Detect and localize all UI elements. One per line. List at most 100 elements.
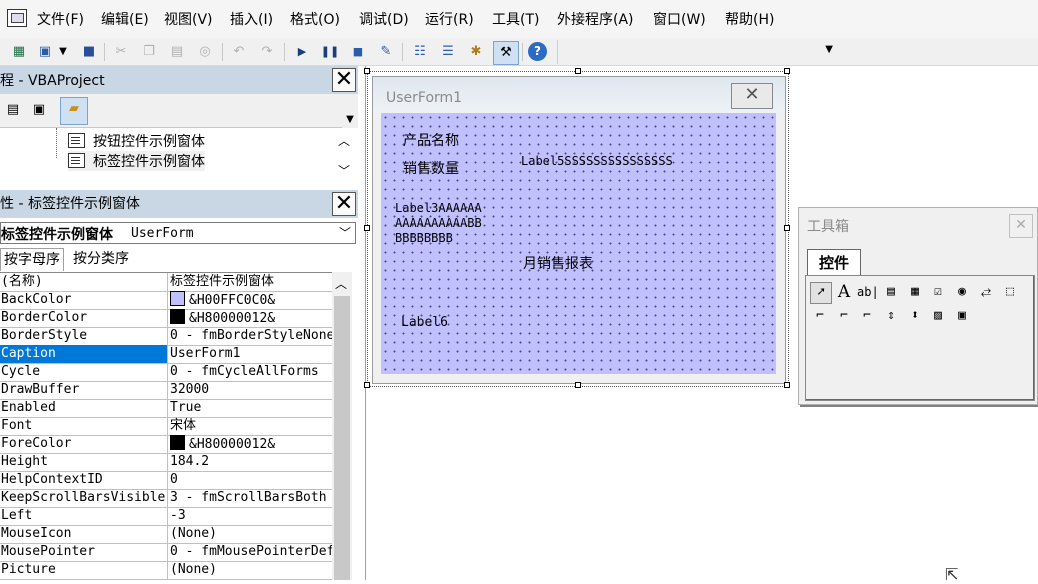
project-close-button[interactable]: ✕: [332, 68, 356, 92]
frame-tool-icon[interactable]: ⬚: [1000, 282, 1020, 302]
tree-item-label-form[interactable]: 标签控件示例窗体: [68, 151, 205, 171]
break-icon[interactable]: ❚❚: [319, 41, 341, 63]
property-value[interactable]: &H00FFC0C0&: [170, 291, 332, 309]
toggle-folders-icon[interactable]: ▰: [60, 97, 88, 125]
property-value[interactable]: True: [170, 399, 332, 417]
property-row[interactable]: Enabled True: [0, 399, 332, 418]
property-row[interactable]: Left -3: [0, 507, 332, 526]
tab-categorized[interactable]: 按分类序: [70, 248, 132, 270]
commandbutton-tool-icon[interactable]: ⌐: [810, 306, 830, 326]
resize-handle[interactable]: [784, 68, 790, 74]
resize-handle[interactable]: [784, 225, 790, 231]
label5[interactable]: Label5SSSSSSSSSSSSSSS: [521, 154, 693, 169]
property-row[interactable]: (名称) 标签控件示例窗体: [0, 273, 332, 292]
property-row[interactable]: Font 宋体: [0, 417, 332, 436]
undo-icon[interactable]: ↶: [228, 41, 250, 63]
property-value[interactable]: (None): [170, 561, 332, 579]
property-value[interactable]: UserForm1: [170, 345, 332, 363]
property-name[interactable]: Enabled: [0, 399, 168, 417]
object-selector[interactable]: 标签控件示例窗体 UserForm ﹀: [0, 222, 356, 244]
property-name[interactable]: MousePointer: [0, 543, 168, 561]
property-name[interactable]: DrawBuffer: [0, 381, 168, 399]
dropdown-icon[interactable]: ▼: [56, 41, 70, 63]
property-name[interactable]: Cycle: [0, 363, 168, 381]
property-value[interactable]: 0 - fmBorderStyleNone: [170, 327, 332, 345]
property-name[interactable]: HelpContextID: [0, 471, 168, 489]
userform-close-button[interactable]: ✕: [731, 83, 773, 109]
resize-handle[interactable]: [364, 225, 370, 231]
property-value[interactable]: &H80000012&: [170, 309, 332, 327]
toolbox-close-button[interactable]: ✕: [1009, 214, 1033, 238]
resize-handle[interactable]: [364, 68, 370, 74]
design-mode-icon[interactable]: ✎: [375, 41, 397, 63]
cut-icon[interactable]: ✂: [110, 41, 132, 63]
vbe-app-icon[interactable]: [7, 9, 27, 27]
view-object-icon[interactable]: ▣: [28, 99, 50, 121]
property-name[interactable]: ForeColor: [0, 435, 168, 453]
togglebutton-tool-icon[interactable]: ⥄: [976, 282, 996, 302]
project-explorer-icon[interactable]: ☷: [409, 41, 431, 63]
label-sales-qty[interactable]: 销售数量: [403, 158, 459, 178]
chevron-down-icon[interactable]: ▼: [825, 44, 833, 55]
resize-handle[interactable]: [575, 68, 581, 74]
chevron-up-icon[interactable]: ︿: [335, 275, 347, 292]
menu-format[interactable]: 格式(O): [290, 9, 340, 29]
properties-close-button[interactable]: ✕: [332, 192, 356, 216]
tab-alphabetic[interactable]: 按字母序: [0, 248, 64, 271]
property-row[interactable]: Cycle 0 - fmCycleAllForms: [0, 363, 332, 382]
label-tool-icon[interactable]: A: [834, 282, 854, 302]
property-value[interactable]: 184.2: [170, 453, 332, 471]
property-row[interactable]: BackColor &H00FFC0C0&: [0, 291, 332, 310]
reset-icon[interactable]: ■: [347, 41, 369, 63]
combobox-tool-icon[interactable]: ▤: [881, 282, 901, 302]
property-name[interactable]: BackColor: [0, 291, 168, 309]
property-name[interactable]: (名称): [0, 273, 168, 291]
label-monthly-report[interactable]: 月销售报表: [523, 253, 593, 273]
help-icon[interactable]: ?: [528, 42, 547, 61]
property-row[interactable]: MouseIcon (None): [0, 525, 332, 544]
property-value[interactable]: 宋体: [170, 417, 332, 435]
project-scrollbar[interactable]: ▼: [342, 96, 358, 128]
scrollbar-tool-icon[interactable]: ⇕: [881, 306, 901, 326]
select-objects-icon[interactable]: ➚: [810, 282, 832, 304]
menu-file[interactable]: 文件(F): [37, 9, 84, 29]
paste-icon[interactable]: ▤: [166, 41, 188, 63]
menu-addins[interactable]: 外接程序(A): [557, 9, 634, 29]
property-value[interactable]: 标签控件示例窗体: [170, 273, 332, 291]
property-name[interactable]: Caption: [0, 345, 168, 363]
chevron-down-icon[interactable]: ▼: [342, 114, 358, 125]
properties-icon[interactable]: ☰: [437, 41, 459, 63]
property-row[interactable]: BorderColor &H80000012&: [0, 309, 332, 328]
property-value[interactable]: -3: [170, 507, 332, 525]
menu-insert[interactable]: 插入(I): [230, 9, 273, 29]
property-row[interactable]: HelpContextID 0: [0, 471, 332, 490]
property-name[interactable]: Font: [0, 417, 168, 435]
property-name[interactable]: Height: [0, 453, 168, 471]
scrollbar-thumb[interactable]: [334, 296, 350, 580]
insert-userform-icon[interactable]: ▣: [34, 41, 56, 63]
property-value[interactable]: &H80000012&: [170, 435, 332, 453]
property-value[interactable]: 0 - fmCycleAllForms: [170, 363, 332, 381]
property-row[interactable]: DrawBuffer 32000: [0, 381, 332, 400]
property-row[interactable]: BorderStyle 0 - fmBorderStyleNone: [0, 327, 332, 346]
property-row[interactable]: Height 184.2: [0, 453, 332, 472]
property-value[interactable]: 0: [170, 471, 332, 489]
label6[interactable]: Label6: [401, 315, 448, 330]
property-row[interactable]: Picture (None): [0, 561, 332, 580]
property-name[interactable]: MouseIcon: [0, 525, 168, 543]
chevron-up-icon[interactable]: ︿: [338, 132, 350, 149]
listbox-tool-icon[interactable]: ▦: [905, 282, 925, 302]
menu-edit[interactable]: 编辑(E): [101, 9, 149, 29]
copy-icon[interactable]: ❐: [138, 41, 160, 63]
save-icon[interactable]: ■: [78, 41, 100, 63]
menu-window[interactable]: 窗口(W): [653, 9, 706, 29]
checkbox-tool-icon[interactable]: ☑: [928, 282, 948, 302]
property-row[interactable]: ForeColor &H80000012&: [0, 435, 332, 454]
menu-tools[interactable]: 工具(T): [492, 9, 539, 29]
property-value[interactable]: (None): [170, 525, 332, 543]
property-name[interactable]: Picture: [0, 561, 168, 579]
label3[interactable]: Label3AAAAAA AAAAAAAAAABB BBBBBBBB: [395, 201, 482, 246]
refedit-tool-icon[interactable]: ▣: [952, 306, 972, 326]
redo-icon[interactable]: ↷: [256, 41, 278, 63]
optionbutton-tool-icon[interactable]: ◉: [952, 282, 972, 302]
